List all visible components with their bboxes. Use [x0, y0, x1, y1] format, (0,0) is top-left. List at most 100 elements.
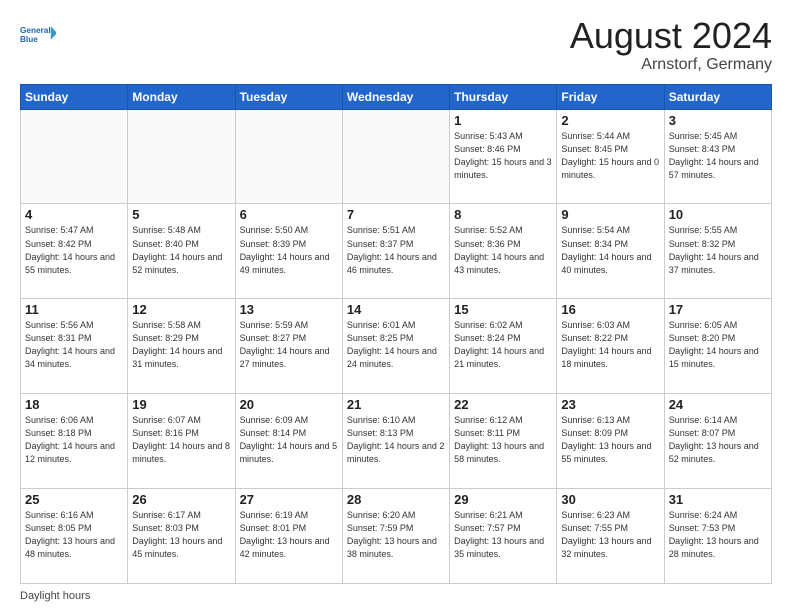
day-number: 31 — [669, 492, 767, 507]
day-cell: 19Sunrise: 6:07 AM Sunset: 8:16 PM Dayli… — [128, 394, 235, 489]
day-info: Sunrise: 6:01 AM Sunset: 8:25 PM Dayligh… — [347, 319, 445, 371]
day-number: 16 — [561, 302, 659, 317]
day-cell: 20Sunrise: 6:09 AM Sunset: 8:14 PM Dayli… — [235, 394, 342, 489]
day-info: Sunrise: 5:51 AM Sunset: 8:37 PM Dayligh… — [347, 224, 445, 276]
footer-note: Daylight hours — [20, 590, 772, 602]
day-number: 7 — [347, 207, 445, 222]
day-cell: 10 Sunrise: 5:55 AM Sunset: 8:32 PM Dayli… — [664, 204, 771, 299]
day-number: 29 — [454, 492, 552, 507]
day-number: 1 — [454, 113, 552, 128]
day-info: Sunrise: 6:17 AM Sunset: 8:03 PM Dayligh… — [132, 509, 230, 561]
day-number: 14 — [347, 302, 445, 317]
day-info: Sunrise: 6:06 AM Sunset: 8:18 PM Dayligh… — [25, 414, 123, 466]
day-cell: 24Sunrise: 6:14 AM Sunset: 8:07 PM Dayli… — [664, 394, 771, 489]
day-number: 9 — [561, 207, 659, 222]
generalblue-icon: General Blue — [20, 16, 56, 52]
day-info: Sunrise: 6:02 AM Sunset: 8:24 PM Dayligh… — [454, 319, 552, 371]
day-cell: 1 Sunrise: 5:43 AM Sunset: 8:46 PM Daylig… — [450, 109, 557, 204]
day-number: 3 — [669, 113, 767, 128]
day-info: Sunrise: 5:54 AM Sunset: 8:34 PM Dayligh… — [561, 224, 659, 276]
day-cell: 11 Sunrise: 5:56 AM Sunset: 8:31 PM Dayli… — [21, 299, 128, 394]
day-cell: 31 Sunrise: 6:24 AM Sunset: 7:53 PM Dayli… — [664, 489, 771, 584]
day-info: Sunrise: 6:09 AM Sunset: 8:14 PM Dayligh… — [240, 414, 338, 466]
logo: General Blue — [20, 16, 56, 52]
day-cell — [128, 109, 235, 204]
day-number: 10 — [669, 207, 767, 222]
day-number: 27 — [240, 492, 338, 507]
day-info: Sunrise: 6:12 AM Sunset: 8:11 PM Dayligh… — [454, 414, 552, 466]
week-row-1: 1 Sunrise: 5:43 AM Sunset: 8:46 PM Daylig… — [21, 109, 772, 204]
day-number: 11 — [25, 302, 123, 317]
day-number: 18 — [25, 397, 123, 412]
day-info: Sunrise: 6:20 AM Sunset: 7:59 PM Dayligh… — [347, 509, 445, 561]
day-cell: 25 Sunrise: 6:16 AM Sunset: 8:05 PM Dayli… — [21, 489, 128, 584]
header: General Blue August 2024 Arnstorf, Germa… — [20, 16, 772, 74]
day-info: Sunrise: 5:58 AM Sunset: 8:29 PM Dayligh… — [132, 319, 230, 371]
day-cell: 4 Sunrise: 5:47 AM Sunset: 8:42 PM Daylig… — [21, 204, 128, 299]
day-number: 8 — [454, 207, 552, 222]
day-cell: 30 Sunrise: 6:23 AM Sunset: 7:55 PM Dayli… — [557, 489, 664, 584]
day-cell — [342, 109, 449, 204]
day-cell: 22 Sunrise: 6:12 AM Sunset: 8:11 PM Dayli… — [450, 394, 557, 489]
day-info: Sunrise: 5:43 AM Sunset: 8:46 PM Dayligh… — [454, 130, 552, 182]
week-row-4: 18 Sunrise: 6:06 AM Sunset: 8:18 PM Dayli… — [21, 394, 772, 489]
day-number: 17 — [669, 302, 767, 317]
day-number: 5 — [132, 207, 230, 222]
day-info: Sunrise: 5:50 AM Sunset: 8:39 PM Dayligh… — [240, 224, 338, 276]
day-number: 22 — [454, 397, 552, 412]
day-number: 24 — [669, 397, 767, 412]
day-cell: 9 Sunrise: 5:54 AM Sunset: 8:34 PM Daylig… — [557, 204, 664, 299]
day-cell — [21, 109, 128, 204]
day-info: Sunrise: 5:47 AM Sunset: 8:42 PM Dayligh… — [25, 224, 123, 276]
day-cell: 14 Sunrise: 6:01 AM Sunset: 8:25 PM Dayli… — [342, 299, 449, 394]
day-info: Sunrise: 6:24 AM Sunset: 7:53 PM Dayligh… — [669, 509, 767, 561]
day-info: Sunrise: 5:52 AM Sunset: 8:36 PM Dayligh… — [454, 224, 552, 276]
day-info: Sunrise: 6:19 AM Sunset: 8:01 PM Dayligh… — [240, 509, 338, 561]
week-row-3: 11 Sunrise: 5:56 AM Sunset: 8:31 PM Dayli… — [21, 299, 772, 394]
day-info: Sunrise: 5:55 AM Sunset: 8:32 PM Dayligh… — [669, 224, 767, 276]
header-saturday: Saturday — [664, 84, 771, 109]
day-info: Sunrise: 6:21 AM Sunset: 7:57 PM Dayligh… — [454, 509, 552, 561]
header-thursday: Thursday — [450, 84, 557, 109]
day-number: 23 — [561, 397, 659, 412]
day-cell: 16Sunrise: 6:03 AM Sunset: 8:22 PM Dayli… — [557, 299, 664, 394]
day-cell: 2Sunrise: 5:44 AM Sunset: 8:45 PM Daylig… — [557, 109, 664, 204]
day-cell: 28Sunrise: 6:20 AM Sunset: 7:59 PM Dayli… — [342, 489, 449, 584]
day-info: Sunrise: 5:56 AM Sunset: 8:31 PM Dayligh… — [25, 319, 123, 371]
svg-text:General: General — [20, 26, 51, 35]
calendar-table: SundayMondayTuesdayWednesdayThursdayFrid… — [20, 84, 772, 584]
header-tuesday: Tuesday — [235, 84, 342, 109]
day-cell — [235, 109, 342, 204]
day-info: Sunrise: 5:48 AM Sunset: 8:40 PM Dayligh… — [132, 224, 230, 276]
day-info: Sunrise: 6:05 AM Sunset: 8:20 PM Dayligh… — [669, 319, 767, 371]
day-number: 6 — [240, 207, 338, 222]
day-cell: 29 Sunrise: 6:21 AM Sunset: 7:57 PM Dayli… — [450, 489, 557, 584]
page: General Blue August 2024 Arnstorf, Germa… — [0, 0, 792, 612]
calendar-header-row: SundayMondayTuesdayWednesdayThursdayFrid… — [21, 84, 772, 109]
day-info: Sunrise: 6:23 AM Sunset: 7:55 PM Dayligh… — [561, 509, 659, 561]
day-info: Sunrise: 5:59 AM Sunset: 8:27 PM Dayligh… — [240, 319, 338, 371]
month-title: August 2024 — [570, 16, 772, 56]
day-number: 30 — [561, 492, 659, 507]
day-cell: 12 Sunrise: 5:58 AM Sunset: 8:29 PM Dayli… — [128, 299, 235, 394]
day-number: 2 — [561, 113, 659, 128]
day-number: 26 — [132, 492, 230, 507]
day-cell: 15 Sunrise: 6:02 AM Sunset: 8:24 PM Dayli… — [450, 299, 557, 394]
title-block: August 2024 Arnstorf, Germany — [570, 16, 772, 74]
day-number: 4 — [25, 207, 123, 222]
day-info: Sunrise: 6:10 AM Sunset: 8:13 PM Dayligh… — [347, 414, 445, 466]
day-cell: 27 Sunrise: 6:19 AM Sunset: 8:01 PM Dayli… — [235, 489, 342, 584]
svg-text:Blue: Blue — [20, 35, 38, 44]
day-cell: 26 Sunrise: 6:17 AM Sunset: 8:03 PM Dayli… — [128, 489, 235, 584]
day-cell: 7 Sunrise: 5:51 AM Sunset: 8:37 PM Daylig… — [342, 204, 449, 299]
day-cell: 6 Sunrise: 5:50 AM Sunset: 8:39 PM Daylig… — [235, 204, 342, 299]
day-number: 25 — [25, 492, 123, 507]
day-cell: 13 Sunrise: 5:59 AM Sunset: 8:27 PM Dayli… — [235, 299, 342, 394]
day-number: 13 — [240, 302, 338, 317]
day-number: 21 — [347, 397, 445, 412]
week-row-5: 25 Sunrise: 6:16 AM Sunset: 8:05 PM Dayli… — [21, 489, 772, 584]
day-info: Sunrise: 6:16 AM Sunset: 8:05 PM Dayligh… — [25, 509, 123, 561]
day-number: 12 — [132, 302, 230, 317]
day-number: 15 — [454, 302, 552, 317]
day-cell: 18 Sunrise: 6:06 AM Sunset: 8:18 PM Dayli… — [21, 394, 128, 489]
